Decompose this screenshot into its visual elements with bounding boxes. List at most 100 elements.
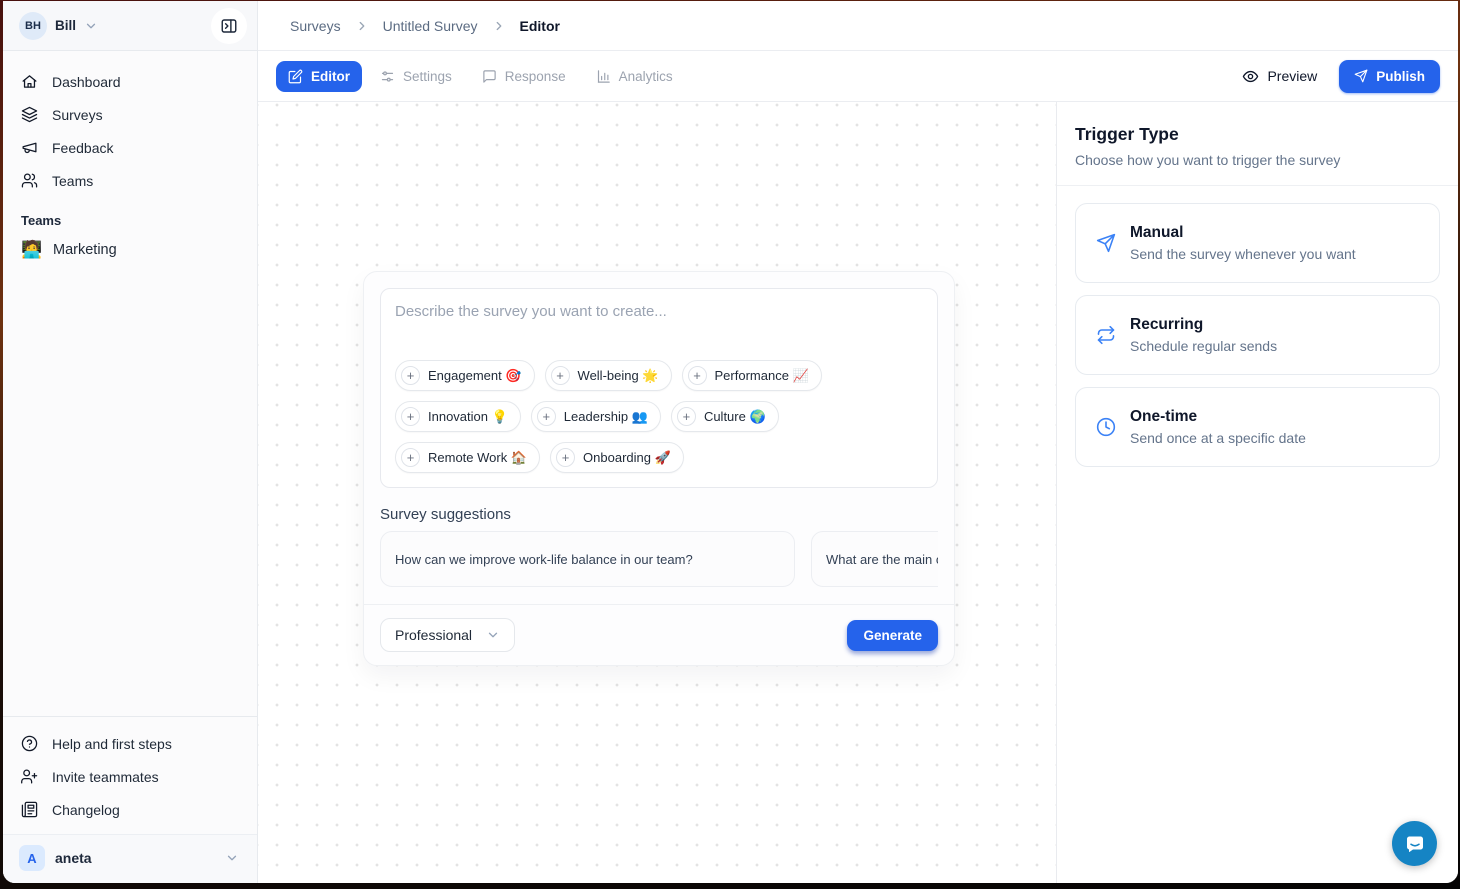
breadcrumb-editor: Editor [520, 18, 560, 34]
sidebar-item-invite-teammates[interactable]: Invite teammates [11, 760, 249, 793]
user-plus-icon [21, 768, 38, 785]
survey-suggestions: How can we improve work-life balance in … [380, 531, 938, 587]
editor-canvas: Describe the survey you want to create..… [258, 102, 1056, 883]
chip-engagement[interactable]: + Engagement 🎯 [395, 360, 535, 391]
sidebar-item-label: Teams [52, 173, 93, 189]
trigger-options: Manual Send the survey whenever you want… [1057, 186, 1458, 484]
prompt-placeholder: Describe the survey you want to create..… [395, 303, 923, 320]
home-icon [21, 73, 38, 90]
tab-label: Settings [403, 69, 452, 84]
send-icon [1354, 69, 1368, 83]
sidebar-item-feedback[interactable]: Feedback [11, 131, 249, 164]
toolbar-actions: Preview Publish [1242, 60, 1440, 93]
plus-icon: + [401, 366, 420, 385]
survey-suggestions-label: Survey suggestions [364, 488, 954, 531]
sidebar-collapse-button[interactable] [211, 8, 247, 44]
clock-icon [1096, 417, 1116, 437]
message-icon [482, 69, 497, 84]
teams-section-label: Teams [11, 197, 249, 234]
trigger-option-title: One-time [1130, 408, 1306, 426]
sidebar-footer: Help and first steps Invite teammates Ch… [3, 716, 257, 883]
trigger-option-description: Schedule regular sends [1130, 338, 1277, 354]
chevron-down-icon [486, 628, 500, 642]
main-area: Surveys Untitled Survey Editor Editor Se… [258, 1, 1458, 883]
users-icon [21, 172, 38, 189]
layers-icon [21, 106, 38, 123]
account-avatar[interactable]: BH [19, 12, 47, 40]
preview-button[interactable]: Preview [1242, 68, 1317, 85]
plus-icon: + [556, 448, 575, 467]
chevron-down-icon[interactable] [84, 19, 98, 33]
tone-select[interactable]: Professional [380, 618, 515, 652]
chip-label: Remote Work 🏠 [428, 450, 527, 466]
trigger-panel-header: Trigger Type Choose how you want to trig… [1057, 102, 1458, 186]
sidebar-item-help[interactable]: Help and first steps [11, 727, 249, 760]
sidebar-item-dashboard[interactable]: Dashboard [11, 65, 249, 98]
chat-bubble-icon [1403, 832, 1427, 856]
chip-onboarding[interactable]: + Onboarding 🚀 [550, 442, 684, 473]
survey-prompt-input[interactable]: Describe the survey you want to create..… [380, 288, 938, 488]
chip-label: Innovation 💡 [428, 409, 508, 425]
breadcrumb-surveys[interactable]: Surveys [290, 18, 341, 34]
sliders-icon [380, 69, 395, 84]
sidebar-item-changelog[interactable]: Changelog [11, 793, 249, 826]
sidebar-team-marketing[interactable]: 🧑‍💻 Marketing [11, 234, 249, 266]
plus-icon: + [688, 366, 707, 385]
panel-title: Trigger Type [1075, 124, 1440, 145]
chip-innovation[interactable]: +Innovation 💡 [395, 401, 521, 432]
chip-label: Onboarding 🚀 [583, 450, 671, 466]
chip-remote-work[interactable]: +Remote Work 🏠 [395, 442, 540, 473]
tab-analytics[interactable]: Analytics [584, 61, 685, 92]
sidebar-item-teams[interactable]: Teams [11, 164, 249, 197]
survey-composer-card: Describe the survey you want to create..… [363, 271, 955, 666]
chevron-right-icon [355, 19, 369, 33]
tone-value: Professional [395, 627, 472, 643]
trigger-option-one-time[interactable]: One-time Send once at a specific date [1075, 387, 1440, 467]
chip-performance[interactable]: + Performance 📈 [682, 360, 822, 391]
breadcrumb: Surveys Untitled Survey Editor [258, 1, 1458, 51]
chip-label: Engagement 🎯 [428, 368, 522, 384]
trigger-option-manual[interactable]: Manual Send the survey whenever you want [1075, 203, 1440, 283]
panel-toggle-icon [220, 17, 238, 35]
edit-icon [288, 69, 303, 84]
publish-label: Publish [1376, 69, 1425, 84]
chat-widget-button[interactable] [1392, 821, 1437, 866]
chip-label: Performance 📈 [715, 368, 809, 384]
composer-footer: Professional Generate [364, 604, 954, 665]
sidebar: BH Bill Dashboard Surveys Feedback T [3, 1, 258, 883]
team-name: Marketing [53, 242, 117, 258]
help-circle-icon [21, 735, 38, 752]
tab-label: Response [505, 69, 566, 84]
user-name: aneta [55, 850, 92, 866]
suggestion-card[interactable]: How can we improve work-life balance in … [380, 531, 795, 587]
chip-label: Well-being 🌟 [578, 368, 659, 384]
account-name[interactable]: Bill [55, 18, 76, 33]
trigger-option-recurring[interactable]: Recurring Schedule regular sends [1075, 295, 1440, 375]
sidebar-item-label: Surveys [52, 107, 103, 123]
chip-culture[interactable]: +Culture 🌍 [671, 401, 779, 432]
sidebar-item-surveys[interactable]: Surveys [11, 98, 249, 131]
suggestion-card[interactable]: What are the main ob [811, 531, 938, 587]
chip-leadership[interactable]: +Leadership 👥 [531, 401, 661, 432]
sidebar-item-label: Feedback [52, 140, 113, 156]
trigger-option-description: Send once at a specific date [1130, 430, 1306, 446]
trigger-option-title: Manual [1130, 224, 1356, 242]
chip-label: Leadership 👥 [564, 409, 648, 425]
tab-response[interactable]: Response [470, 61, 578, 92]
tab-label: Analytics [619, 69, 673, 84]
publish-button[interactable]: Publish [1339, 60, 1440, 93]
generate-button[interactable]: Generate [847, 620, 938, 651]
chip-well-being[interactable]: +Well-being 🌟 [545, 360, 672, 391]
trigger-option-title: Recurring [1130, 316, 1277, 334]
breadcrumb-untitled-survey[interactable]: Untitled Survey [383, 18, 478, 34]
panel-subtitle: Choose how you want to trigger the surve… [1075, 152, 1440, 168]
sidebar-item-label: Invite teammates [52, 769, 159, 785]
tab-editor[interactable]: Editor [276, 61, 362, 92]
user-avatar: A [19, 845, 45, 871]
eye-icon [1242, 68, 1259, 85]
tab-settings[interactable]: Settings [368, 61, 464, 92]
chip-label: Culture 🌍 [704, 409, 766, 425]
sidebar-item-label: Dashboard [52, 74, 121, 90]
send-icon [1096, 233, 1116, 253]
user-menu[interactable]: A aneta [3, 834, 257, 883]
